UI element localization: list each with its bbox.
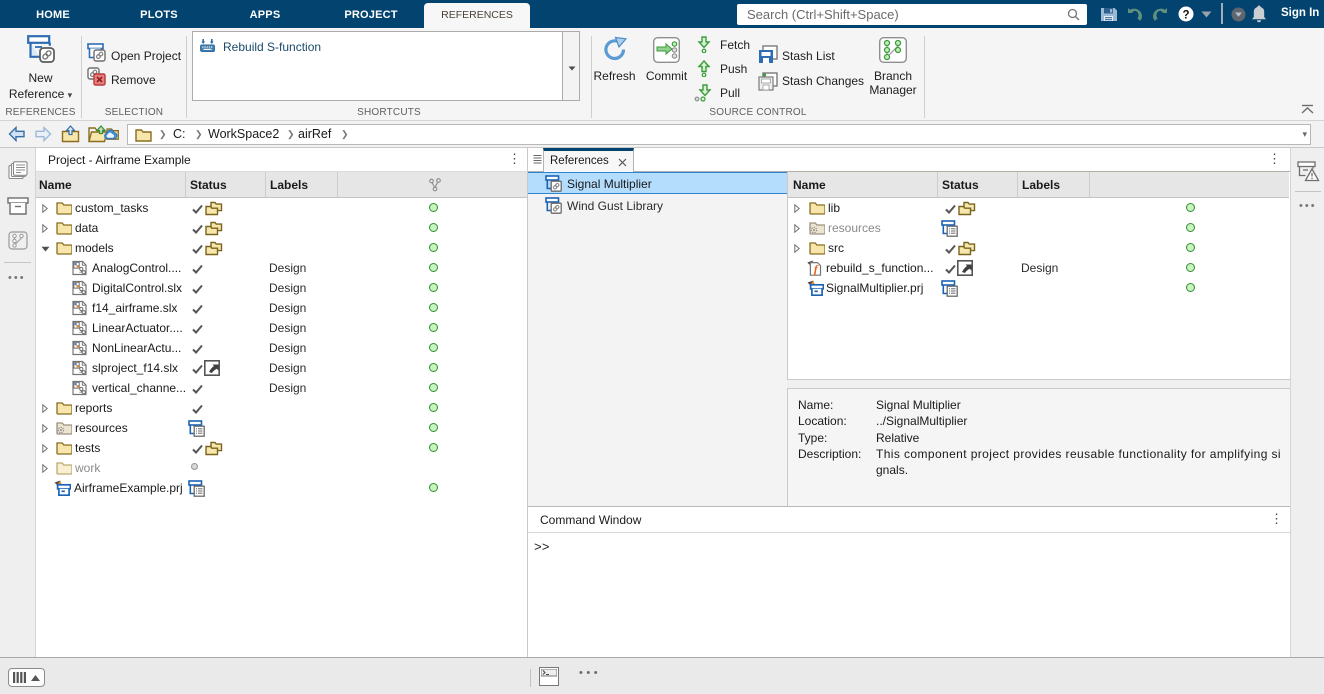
svg-text:?: ?: [1182, 9, 1189, 21]
